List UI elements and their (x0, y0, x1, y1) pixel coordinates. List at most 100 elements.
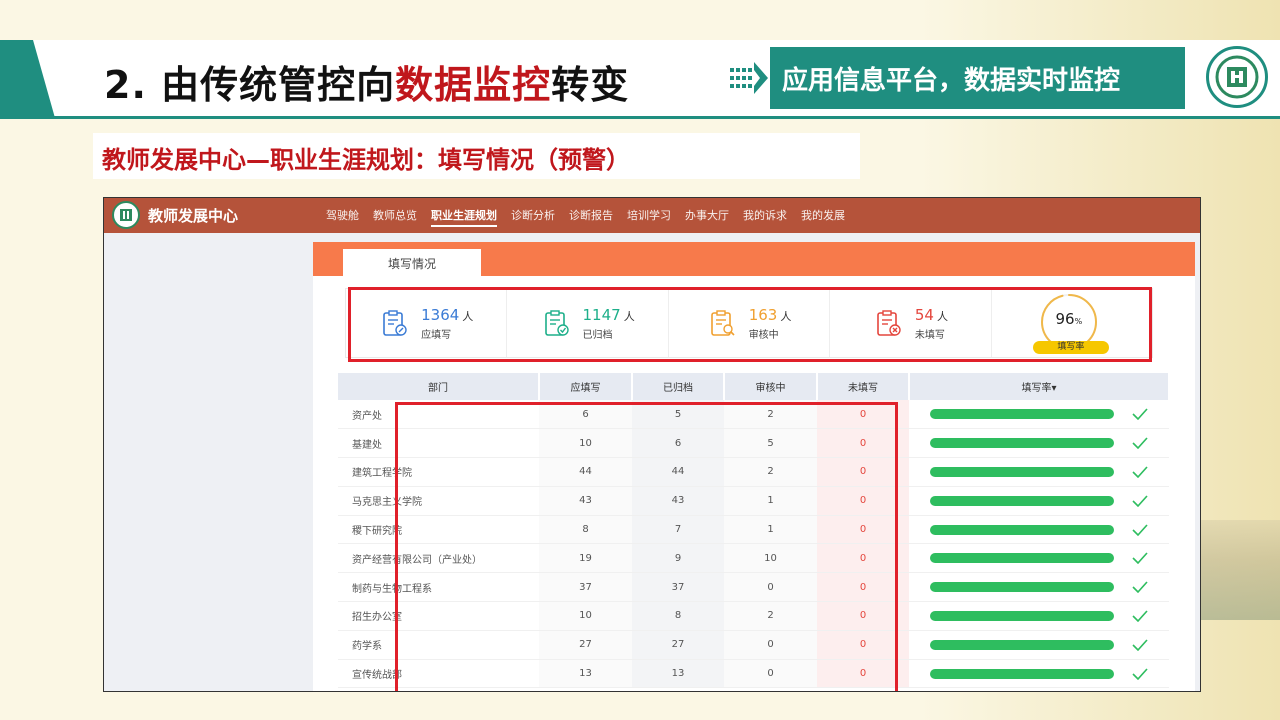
cell-should: 10 (539, 601, 632, 631)
check-icon (1132, 408, 1148, 421)
top-navbar: 教师发展中心 驾驶舱 教师总览 职业生涯规划 诊断分析 诊断报告 培训学习 办事… (104, 198, 1200, 233)
table-row[interactable]: 基建处 10 6 5 0 (338, 428, 1169, 459)
fill-rate-bar (930, 438, 1114, 449)
cell-should: 37 (539, 572, 632, 603)
stat-not-filled-value: 54 (914, 305, 934, 324)
clipboard-search-icon (710, 310, 735, 336)
table-row[interactable]: 制药与生物工程系 37 37 0 0 (338, 572, 1169, 603)
cell-dept: 稷下研究院 (338, 515, 539, 545)
cell-review: 1 (724, 486, 817, 516)
table-row[interactable]: 马克思主义学院 43 43 1 0 (338, 486, 1169, 516)
fill-rate-number: 96 (1055, 310, 1075, 328)
table-row[interactable]: 招生办公室 10 8 2 0 (338, 601, 1169, 631)
table-row[interactable]: 稷下研究院 8 7 1 0 (338, 515, 1169, 545)
stat-reviewing: 163 人 审核中 (669, 289, 831, 357)
check-icon (1132, 524, 1148, 536)
cell-should: 10 (539, 428, 632, 459)
fill-rate-bar (930, 668, 1114, 679)
table-header-row: 部门 应填写 已归档 审核中 未填写 填写率▾ (338, 373, 1170, 400)
brand[interactable]: 教师发展中心 (112, 201, 238, 229)
logo-emblem-icon (1215, 55, 1259, 99)
cell-should: 27 (539, 630, 632, 660)
nav-item-teacher-overview[interactable]: 教师总览 (373, 207, 417, 227)
table-row[interactable]: 建筑工程学院 44 44 2 0 (338, 457, 1169, 487)
stat-unit: 人 (780, 309, 792, 323)
fill-rate-bar (930, 553, 1114, 564)
col-header-should[interactable]: 应填写 (539, 373, 633, 400)
stat-should-fill: 1364 人 应填写 (346, 289, 508, 357)
nav-item-service-hall[interactable]: 办事大厅 (685, 207, 729, 227)
col-header-review[interactable]: 审核中 (724, 373, 818, 400)
nav-item-diagnosis-report[interactable]: 诊断报告 (569, 207, 613, 227)
cell-rate (909, 457, 1169, 487)
nav-item-cockpit[interactable]: 驾驶舱 (326, 207, 359, 227)
cell-missing: 0 (817, 400, 909, 430)
cell-review: 2 (724, 400, 817, 430)
stat-archived-value: 1147 (582, 305, 621, 324)
clipboard-x-icon (877, 310, 901, 336)
cell-review: 2 (724, 457, 817, 487)
check-icon (1132, 437, 1148, 450)
title-highlight: 数据监控 (395, 63, 552, 107)
cell-review: 1 (724, 515, 817, 545)
cell-dept: 制药与生物工程系 (338, 572, 539, 603)
main-content: 填写情况 1364 人 应填写 1147 人 已归档 163 人 审核中 54 … (313, 242, 1195, 691)
cell-archived: 6 (632, 428, 724, 459)
cell-review: 10 (724, 543, 817, 574)
cell-review: 2 (724, 601, 817, 631)
check-icon (1132, 495, 1148, 507)
stat-should-fill-label: 应填写 (421, 329, 452, 341)
cell-rate (909, 572, 1169, 603)
cell-dept: 资产经营有限公司（产业处） (338, 543, 539, 574)
nav-item-training[interactable]: 培训学习 (627, 207, 671, 227)
app-screenshot: 教师发展中心 驾驶舱 教师总览 职业生涯规划 诊断分析 诊断报告 培训学习 办事… (103, 197, 1201, 692)
cell-should: 8 (539, 515, 632, 545)
cell-missing: 0 (817, 457, 909, 487)
col-header-missing[interactable]: 未填写 (817, 373, 910, 400)
cell-archived: 8 (632, 601, 724, 631)
cell-archived: 5 (632, 400, 724, 430)
fill-rate-bar (930, 466, 1114, 477)
check-icon (1132, 581, 1148, 594)
table-row[interactable]: 资产处 6 5 2 0 (338, 400, 1169, 430)
check-icon (1132, 552, 1148, 565)
cell-missing: 0 (817, 486, 909, 516)
nav-item-career-planning[interactable]: 职业生涯规划 (431, 207, 497, 227)
nav-item-my-development[interactable]: 我的发展 (801, 207, 845, 227)
stat-archived: 1147 人 已归档 (507, 289, 669, 357)
clipboard-edit-icon (383, 310, 407, 336)
fill-rate-label: 填写率 (1032, 341, 1109, 354)
nav-item-my-requests[interactable]: 我的诉求 (743, 207, 787, 227)
stats-summary: 1364 人 应填写 1147 人 已归档 163 人 审核中 54 人 未填写… (345, 288, 1153, 358)
cell-review: 0 (724, 659, 817, 689)
fill-rate-bar (930, 610, 1114, 621)
table-row[interactable]: 资产经营有限公司（产业处） 19 9 10 0 (338, 543, 1169, 574)
table-row[interactable]: 药学系 27 27 0 0 (338, 630, 1169, 660)
fill-rate-bar (930, 495, 1114, 506)
cell-dept: 建筑工程学院 (338, 457, 539, 487)
nav-item-diagnosis-analysis[interactable]: 诊断分析 (511, 207, 555, 227)
stat-unit: 人 (936, 309, 948, 323)
check-icon (1132, 466, 1148, 478)
sidebar (104, 233, 312, 691)
col-header-dept[interactable]: 部门 (338, 373, 540, 400)
stat-archived-label: 已归档 (582, 329, 613, 341)
clipboard-check-icon (544, 310, 569, 336)
col-header-archived[interactable]: 已归档 (632, 373, 725, 400)
cell-should: 6 (539, 400, 632, 430)
col-header-rate[interactable]: 填写率▾ (909, 373, 1170, 400)
fill-rate-bar (930, 524, 1114, 535)
stat-reviewing-value: 163 (748, 305, 778, 324)
table-row[interactable]: 宣传统战部 13 13 0 0 (338, 659, 1169, 689)
cell-rate (909, 543, 1169, 574)
cell-rate (909, 428, 1169, 459)
stat-not-filled-label: 未填写 (914, 329, 945, 341)
cell-dept: 宣传统战部 (338, 659, 539, 689)
stat-unit: 人 (462, 309, 474, 323)
cell-dept: 招生办公室 (338, 601, 539, 631)
platform-label: 应用信息平台，数据实时监控 (770, 47, 1185, 109)
stat-value: 163 人 (749, 306, 792, 324)
cell-archived: 37 (632, 572, 724, 603)
background-building-image (1200, 520, 1280, 620)
tab-fill-status[interactable]: 填写情况 (343, 249, 481, 277)
